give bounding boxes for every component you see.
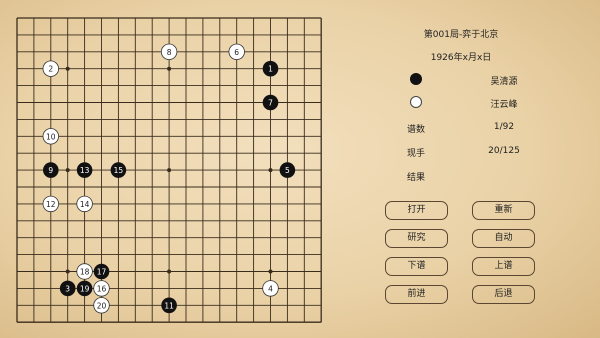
- move-number: 17: [97, 268, 107, 277]
- star-point: [167, 269, 172, 274]
- move-number: 10: [46, 132, 56, 141]
- white-stone-icon: [410, 96, 422, 108]
- star-point: [268, 269, 273, 274]
- white-player-name: 汪云峰: [490, 100, 518, 110]
- star-point: [167, 168, 172, 173]
- game-date: 1926年x月x日: [430, 53, 492, 63]
- back-button[interactable]: 后退: [472, 285, 535, 304]
- current-move-value: 20/125: [488, 146, 520, 156]
- move-number: 14: [80, 200, 90, 209]
- forward-button[interactable]: 前进: [385, 285, 448, 304]
- open-button[interactable]: 打开: [385, 201, 448, 220]
- star-point: [268, 168, 273, 173]
- star-point: [65, 66, 70, 71]
- record-value: 1/92: [493, 122, 515, 132]
- move-number: 1: [268, 65, 273, 74]
- black-player-name: 吴清源: [490, 77, 518, 87]
- move-number: 5: [285, 166, 290, 175]
- go-board[interactable]: 123 4567891011121314151617181920: [0, 0, 340, 338]
- move-number: 19: [80, 284, 90, 293]
- star-point: [65, 168, 70, 173]
- record-label: 谱数: [406, 125, 426, 135]
- star-point: [65, 269, 70, 274]
- move-number: 12: [46, 200, 56, 209]
- move-number: 9: [48, 166, 53, 175]
- current-move-label: 现手: [406, 149, 426, 159]
- move-number: 6: [234, 48, 239, 57]
- move-number: 7: [268, 99, 273, 108]
- reset-button[interactable]: 重新: [472, 201, 535, 220]
- move-number: 3: [65, 284, 70, 293]
- next-record-button[interactable]: 下谱: [385, 257, 448, 276]
- auto-button[interactable]: 自动: [472, 229, 535, 248]
- study-button[interactable]: 研究: [385, 229, 448, 248]
- move-number: 13: [80, 166, 90, 175]
- prev-record-button[interactable]: 上谱: [472, 257, 535, 276]
- move-number: 18: [80, 268, 90, 277]
- move-number: 2: [48, 65, 53, 74]
- move-number: 20: [97, 301, 107, 310]
- move-number: 16: [97, 284, 107, 293]
- black-stone-icon: [410, 73, 422, 85]
- game-title: 第001局-弈于北京: [423, 30, 499, 40]
- move-number: 8: [167, 48, 172, 57]
- result-label: 结果: [406, 173, 426, 183]
- move-number: 15: [114, 166, 124, 175]
- star-point: [167, 66, 172, 71]
- move-number: 4: [268, 284, 273, 293]
- move-number: 11: [164, 301, 174, 310]
